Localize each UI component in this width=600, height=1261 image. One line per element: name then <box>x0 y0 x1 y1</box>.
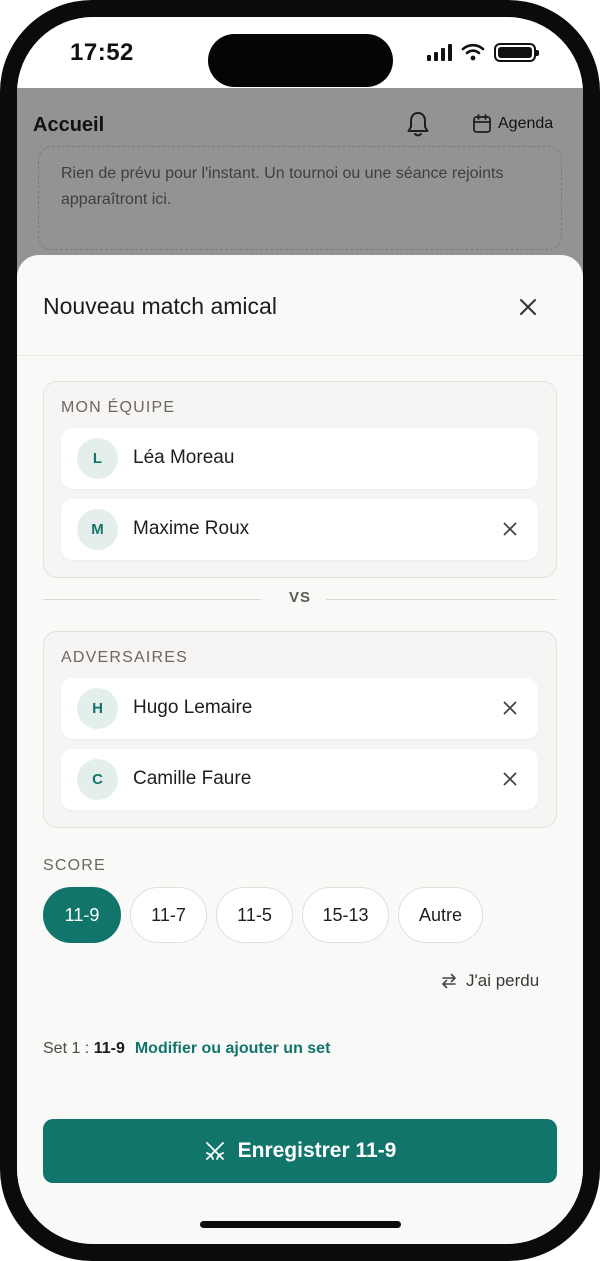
set-prefix: Set 1 : 11-9 <box>43 1040 125 1057</box>
vs-label: VS <box>288 589 311 606</box>
close-icon <box>503 772 517 786</box>
remove-player-button[interactable] <box>500 769 520 789</box>
player-row[interactable]: L Léa Moreau <box>61 428 538 489</box>
cellular-signal-icon <box>427 43 452 61</box>
score-chip-15-13[interactable]: 15-13 <box>302 887 389 943</box>
score-chip-11-7[interactable]: 11-7 <box>130 887 207 943</box>
avatar: H <box>77 688 118 729</box>
remove-player-button[interactable] <box>500 519 520 539</box>
save-match-button[interactable]: Enregistrer 11-9 <box>43 1119 557 1183</box>
score-chip-other[interactable]: Autre <box>398 887 483 943</box>
remove-player-button[interactable] <box>500 698 520 718</box>
score-chips: 11-9 11-7 11-5 15-13 Autre <box>43 887 483 943</box>
player-row[interactable]: M Maxime Roux <box>61 499 538 560</box>
vs-divider: VS <box>43 589 557 609</box>
score-chip-11-9[interactable]: 11-9 <box>43 887 121 943</box>
opponents-label: ADVERSAIRES <box>61 649 189 666</box>
screen: 17:52 Accueil Agenda Rien de prévu pour … <box>17 17 583 1244</box>
close-icon <box>503 522 517 536</box>
avatar: M <box>77 509 118 550</box>
sheet-header: Nouveau match amical <box>17 255 583 356</box>
close-icon <box>520 299 536 315</box>
player-name: Camille Faure <box>133 768 252 789</box>
avatar: L <box>77 438 118 479</box>
swap-icon <box>442 973 456 989</box>
divider-line <box>326 599 557 600</box>
status-time: 17:52 <box>70 39 134 66</box>
i-lost-button[interactable]: J'ai perdu <box>440 971 539 991</box>
status-bar: 17:52 <box>17 17 583 88</box>
new-friendly-match-sheet: Nouveau match amical MON ÉQUIPE L Léa Mo… <box>17 255 583 1244</box>
sheet-title: Nouveau match amical <box>43 293 277 319</box>
player-row[interactable]: C Camille Faure <box>61 749 538 810</box>
close-icon <box>503 701 517 715</box>
edit-sets-link[interactable]: Modifier ou ajouter un set <box>135 1040 331 1058</box>
score-label: SCORE <box>43 857 106 874</box>
dynamic-island <box>208 34 393 87</box>
opponents-panel: ADVERSAIRES H Hugo Lemaire C Camille Fau… <box>43 631 557 828</box>
score-chip-11-5[interactable]: 11-5 <box>216 887 293 943</box>
wifi-icon <box>461 43 485 61</box>
player-name: Maxime Roux <box>133 518 250 539</box>
my-team-panel: MON ÉQUIPE L Léa Moreau M Maxime Roux <box>43 381 557 578</box>
player-name: Léa Moreau <box>133 447 235 468</box>
player-name: Hugo Lemaire <box>133 697 253 718</box>
set-score: 11-9 <box>93 1040 125 1057</box>
phone-frame: 17:52 Accueil Agenda Rien de prévu pour … <box>0 0 600 1261</box>
avatar: C <box>77 759 118 800</box>
save-label: Enregistrer 11-9 <box>237 1139 397 1162</box>
battery-icon <box>494 42 539 62</box>
crossed-rackets-icon <box>205 1142 224 1160</box>
my-team-label: MON ÉQUIPE <box>61 399 176 416</box>
home-indicator <box>200 1221 401 1228</box>
i-lost-label: J'ai perdu <box>466 971 540 990</box>
set-summary: Set 1 : 11-9 Modifier ou ajouter un set <box>43 1040 330 1058</box>
close-button[interactable] <box>514 293 542 321</box>
status-icons <box>427 42 539 62</box>
player-row[interactable]: H Hugo Lemaire <box>61 678 538 739</box>
